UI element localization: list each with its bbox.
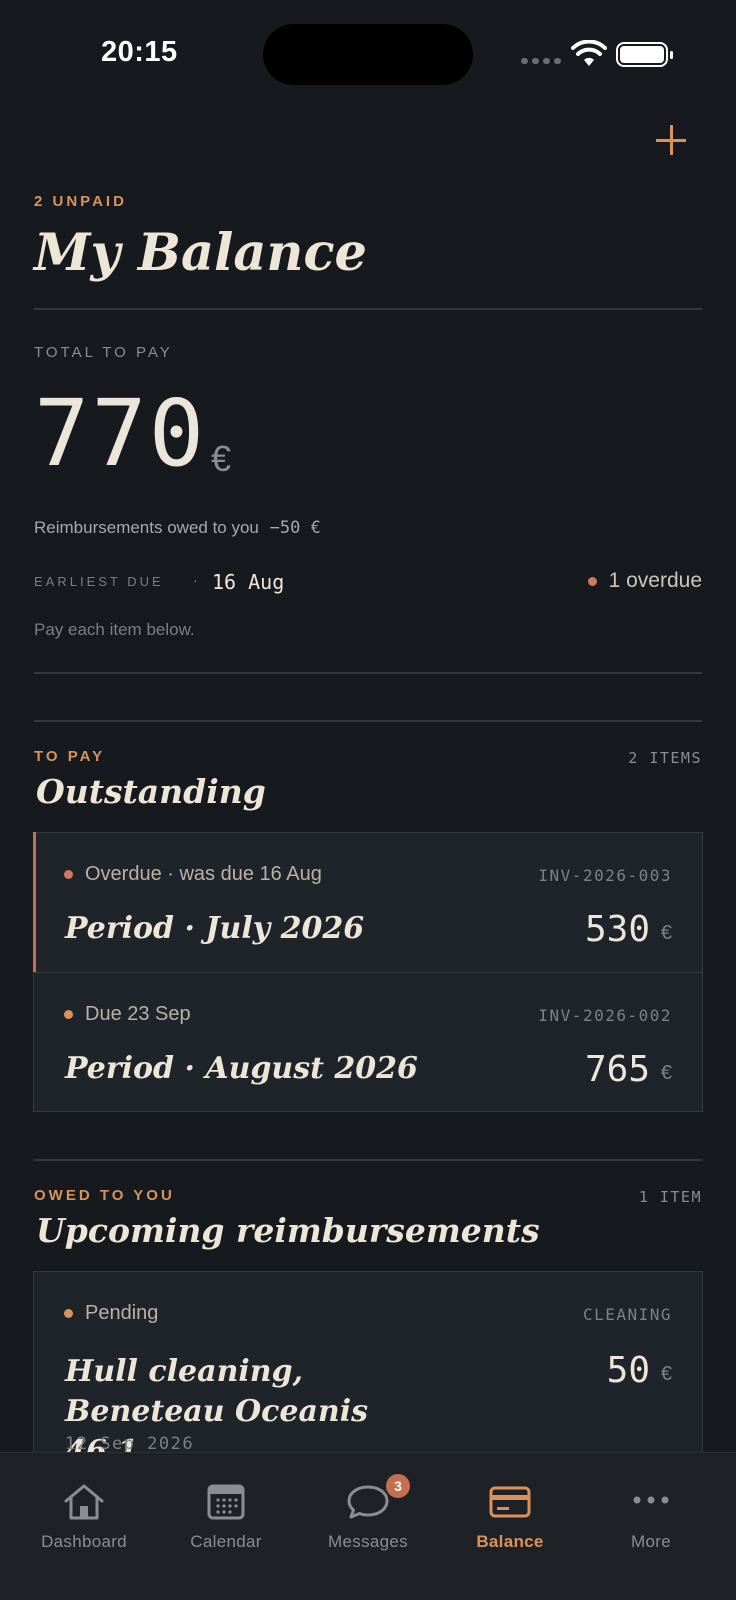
- invoice-list: Overdue · was due 16 Aug INV-2026-003 Pe…: [32, 832, 703, 1112]
- invoice-amount: 765: [584, 1049, 650, 1090]
- invoice-title: Period · August 2026: [65, 1051, 418, 1086]
- overdue-indicator: 1 overdue: [587, 569, 702, 593]
- tab-label: Messages: [328, 1532, 408, 1551]
- card-icon: [489, 1486, 531, 1518]
- section-count: 2 ITEMS: [628, 749, 702, 767]
- invoice-ref: INV-2026-003: [538, 866, 672, 885]
- tab-label: Balance: [476, 1532, 544, 1551]
- invoice-status-label: Overdue · was due 16 Aug: [85, 863, 322, 885]
- reimbursements-summary: Reimbursements owed to you −50 €: [34, 518, 321, 538]
- dynamic-island: [263, 24, 473, 85]
- page-title: My Balance: [34, 223, 367, 283]
- earliest-due-date: 16 Aug: [212, 570, 285, 594]
- chat-bubble-icon: [347, 1485, 389, 1519]
- tab-dashboard[interactable]: Dashboard: [14, 1453, 154, 1563]
- calendar-icon: [207, 1484, 245, 1520]
- invoice-status: Overdue · was due 16 Aug: [64, 863, 322, 886]
- total-amount: 770: [34, 380, 207, 487]
- unpaid-count: 2 UNPAID: [34, 193, 127, 210]
- invoice-card[interactable]: Due 23 Sep INV-2026-002 Period · August …: [34, 972, 702, 1111]
- pay-hint: Pay each item below.: [34, 620, 195, 639]
- tab-balance[interactable]: Balance: [440, 1453, 580, 1563]
- invoice-currency: €: [660, 922, 672, 944]
- reimbursement-date: 12 Sep 2026: [65, 1434, 195, 1454]
- reimbursement-card[interactable]: Pending CLEANING Hull cleaning, Beneteau…: [33, 1271, 703, 1469]
- invoice-card[interactable]: Overdue · was due 16 Aug INV-2026-003 Pe…: [32, 832, 702, 972]
- wifi-icon: [571, 40, 607, 66]
- home-icon: [64, 1484, 104, 1520]
- invoice-title: Period · July 2026: [65, 911, 365, 946]
- reimbursements-amount: −50 €: [269, 518, 321, 538]
- reimbursement-status-label: Pending: [85, 1302, 159, 1324]
- earliest-due-label: EARLIEST DUE: [34, 574, 164, 589]
- total-label: TOTAL TO PAY: [34, 344, 173, 361]
- section-title: Outstanding: [36, 772, 266, 811]
- tab-bar: Dashboard Calendar Messages Balance More: [0, 1452, 736, 1600]
- reimbursement-status: Pending: [64, 1302, 158, 1325]
- battery-icon: [616, 42, 673, 67]
- tab-label: Calendar: [190, 1532, 262, 1551]
- tab-label: Dashboard: [41, 1532, 127, 1551]
- divider: [34, 1159, 702, 1161]
- separator-dot: ·: [193, 572, 198, 588]
- invoice-status: Due 23 Sep: [64, 1003, 191, 1026]
- total-currency: €: [211, 438, 232, 479]
- tab-more[interactable]: More: [581, 1453, 721, 1563]
- reimbursements-label: Reimbursements owed to you: [34, 518, 259, 537]
- overdue-count-label: 1 overdue: [608, 569, 702, 592]
- reimbursement-currency: €: [660, 1363, 672, 1385]
- reimbursement-amount: 50: [606, 1350, 650, 1391]
- cellular-signal-icon: [521, 58, 561, 64]
- tab-calendar[interactable]: Calendar: [156, 1453, 296, 1563]
- invoice-currency: €: [660, 1062, 672, 1084]
- section-title: Upcoming reimbursements: [36, 1211, 540, 1250]
- tab-messages[interactable]: Messages: [298, 1453, 438, 1563]
- add-button[interactable]: [654, 123, 688, 157]
- section-eyebrow: OWED TO YOU: [34, 1187, 175, 1204]
- reimbursement-category: CLEANING: [582, 1305, 672, 1324]
- status-dot-icon: [64, 870, 73, 879]
- tab-label: More: [631, 1532, 671, 1551]
- divider: [34, 720, 702, 722]
- status-dot-icon: [64, 1010, 73, 1019]
- invoice-status-label: Due 23 Sep: [85, 1003, 191, 1025]
- more-dots-icon: [633, 1496, 669, 1504]
- messages-badge: 3: [386, 1474, 410, 1498]
- status-time: 20:15: [101, 36, 178, 68]
- overdue-dot-icon: [587, 576, 597, 586]
- invoice-amount: 530: [584, 909, 650, 950]
- status-dot-icon: [64, 1309, 73, 1318]
- section-count: 1 ITEM: [638, 1188, 702, 1206]
- invoice-ref: INV-2026-002: [538, 1006, 672, 1025]
- divider: [34, 308, 702, 310]
- section-eyebrow: TO PAY: [34, 748, 106, 765]
- divider: [34, 672, 702, 674]
